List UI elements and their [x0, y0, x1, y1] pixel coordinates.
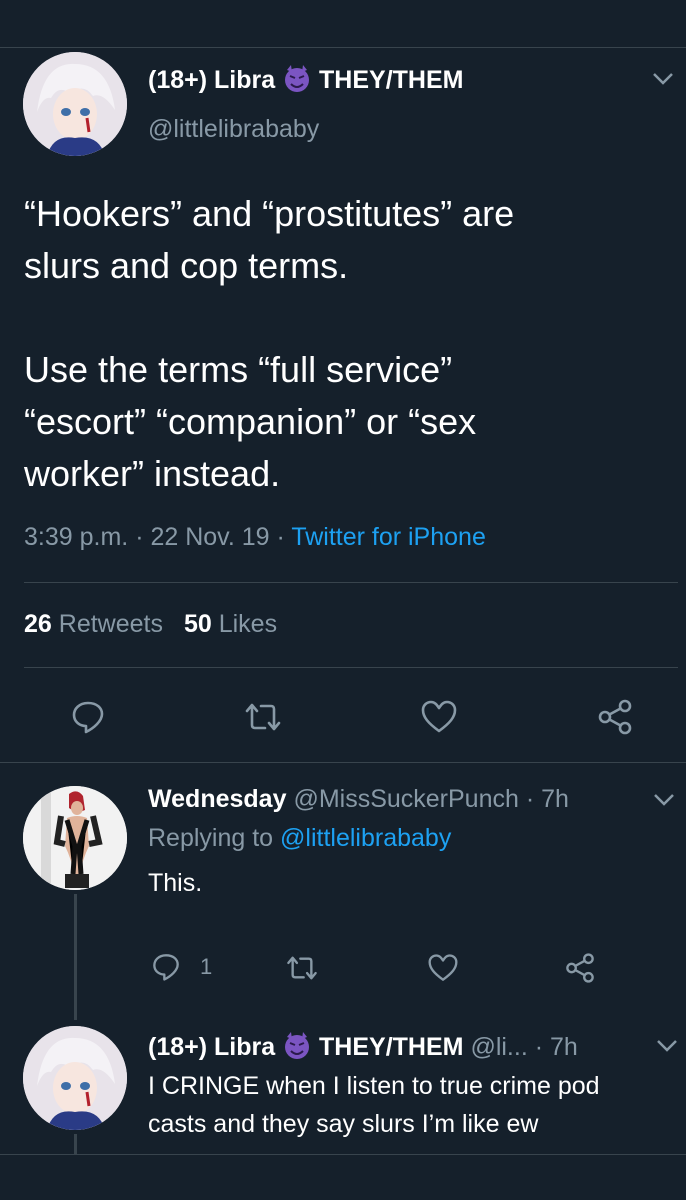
retweet-icon[interactable]: [243, 701, 283, 733]
reply1-header: Wednesday @MissSuckerPunch · 7h: [148, 785, 569, 814]
like-icon[interactable]: [427, 953, 459, 983]
main-display-name-post: THEY/THEM: [319, 66, 464, 95]
bottom-divider: [0, 1154, 686, 1155]
devil-emoji-icon: [282, 63, 312, 100]
engagement-stats: 26 Retweets 50 Likes: [24, 610, 277, 639]
reply1-text: This.: [148, 869, 203, 897]
main-tweet-bottom-divider: [0, 762, 686, 763]
reply2-header: (18+) Libra THEY/THEM @li... · 7h: [148, 1030, 578, 1067]
avatar-littlelibrababy[interactable]: [23, 52, 127, 156]
reply-icon[interactable]: [151, 952, 181, 982]
tweet-meta: 3:39 p.m. · 22 Nov. 19 · Twitter for iPh…: [24, 523, 486, 552]
reply2-handle[interactable]: @li...: [470, 1033, 527, 1061]
like-icon[interactable]: [420, 699, 458, 735]
stats-divider: [24, 667, 678, 668]
main-display-name[interactable]: (18+) Libra THEY/THEM: [148, 63, 463, 100]
retweets-stat[interactable]: 26 Retweets: [24, 610, 170, 638]
chevron-down-icon[interactable]: [653, 793, 675, 812]
tweet-date: 22 Nov. 19: [150, 523, 270, 551]
replying-handle-link[interactable]: @littlelibrababy: [280, 824, 451, 852]
devil-emoji-icon: [282, 1030, 312, 1067]
meta-sep: ·: [276, 523, 285, 551]
reply2-text: I CRINGE when I listen to true crime pod…: [148, 1067, 600, 1143]
thread-line-1: [74, 894, 77, 1020]
thread-line-2: [74, 1134, 77, 1154]
body-line: “escort” “companion” or “sex: [24, 401, 477, 442]
reply1-replying-to: Replying to @littlelibrababy: [148, 824, 451, 853]
reply2-display-name-pre[interactable]: (18+) Libra: [148, 1033, 275, 1061]
body-line: worker” instead.: [24, 453, 281, 494]
reply1-reply-count: 1: [200, 954, 213, 979]
reply2-display-name-post[interactable]: THEY/THEM: [319, 1033, 463, 1061]
share-icon[interactable]: [564, 952, 596, 984]
main-tweet-body: “Hookers” and “prostitutes” are slurs an…: [24, 188, 514, 500]
replying-prefix: Replying to: [148, 824, 274, 852]
reply2-time[interactable]: · 7h: [535, 1033, 578, 1061]
retweets-count: 26: [24, 610, 52, 638]
body-line: [24, 292, 514, 344]
body-line: Use the terms “full service”: [24, 349, 453, 390]
chevron-down-icon[interactable]: [656, 1039, 678, 1058]
top-divider: [0, 47, 686, 48]
reply1-time[interactable]: · 7h: [526, 785, 569, 813]
reply-icon[interactable]: [70, 699, 106, 735]
main-handle[interactable]: @littlelibrababy: [148, 115, 319, 144]
avatar-littlelibrababy[interactable]: [23, 1026, 127, 1130]
meta-divider: [24, 582, 678, 583]
avatar-misssuckerpunch[interactable]: [23, 786, 127, 890]
likes-label: Likes: [218, 610, 278, 638]
reply2-text-line: casts and they say slurs I’m like ew: [148, 1110, 539, 1138]
meta-sep: ·: [135, 523, 144, 551]
likes-count: 50: [183, 610, 212, 638]
body-line: “Hookers” and “prostitutes” are: [24, 193, 515, 234]
reply2-text-line: I CRINGE when I listen to true crime pod: [148, 1072, 600, 1100]
likes-stat[interactable]: 50 Likes: [184, 610, 277, 638]
main-display-name-pre: (18+) Libra: [148, 66, 276, 95]
retweet-icon[interactable]: [285, 954, 319, 982]
retweets-label: Retweets: [58, 610, 163, 638]
share-icon[interactable]: [596, 698, 634, 736]
chevron-down-icon[interactable]: [652, 72, 674, 91]
tweet-source-link[interactable]: Twitter for iPhone: [291, 523, 486, 551]
body-line: slurs and cop terms.: [24, 245, 349, 286]
reply1-handle[interactable]: @MissSuckerPunch: [293, 785, 518, 813]
reply1-display-name[interactable]: Wednesday: [148, 785, 286, 813]
tweet-time: 3:39 p.m.: [24, 523, 129, 551]
